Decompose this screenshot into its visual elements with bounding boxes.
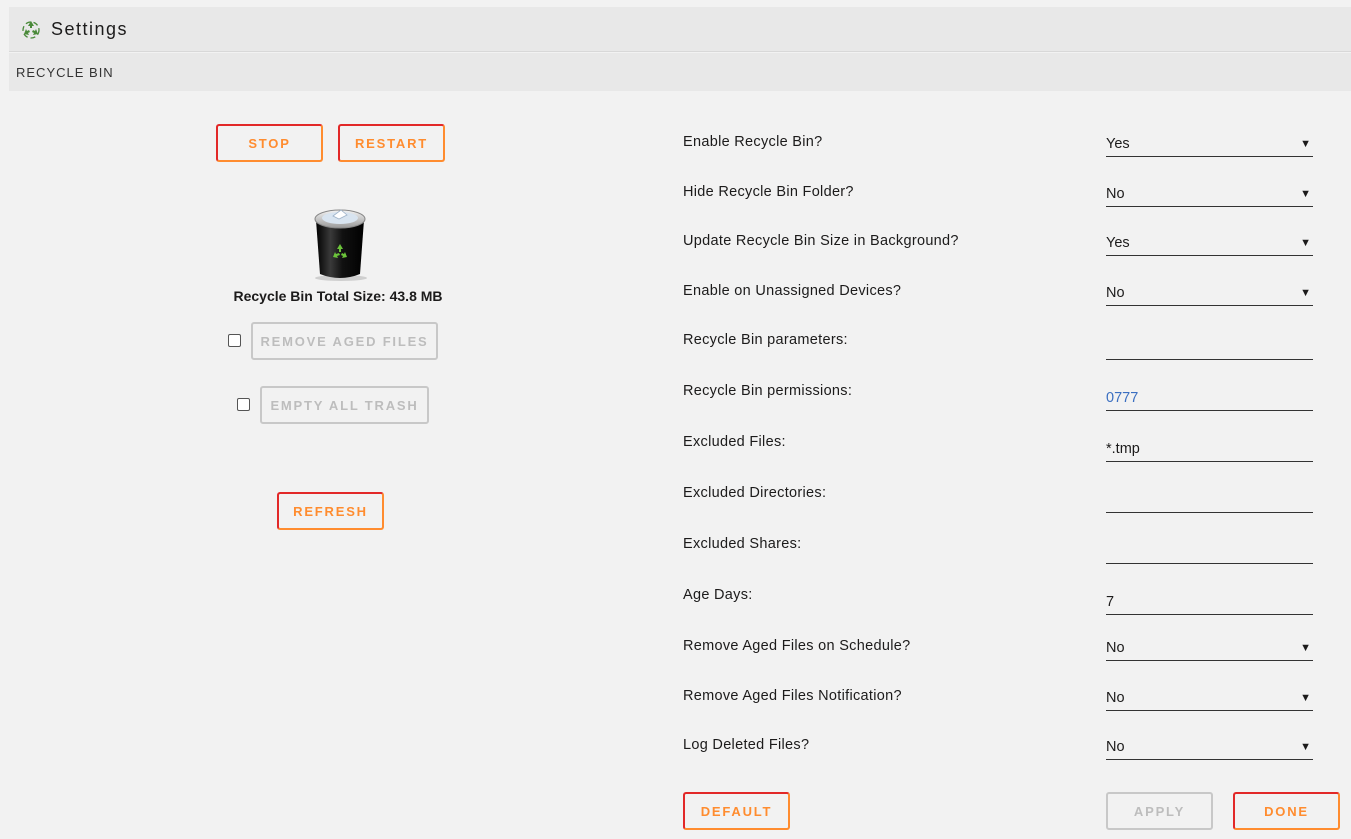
dropdown-arrow-icon: ▼ [1300, 286, 1311, 299]
section-header: RECYCLE BIN [9, 53, 1351, 91]
input-value: *.tmp [1106, 440, 1140, 457]
recycle-bin-size: Recycle Bin Total Size: 43.8 MB [233, 288, 443, 304]
log-deleted-files-label: Log Deleted Files? [683, 737, 810, 753]
remove-aged-files-checkbox[interactable] [228, 334, 241, 347]
enable-unassigned-devices-select[interactable]: No ▼ [1106, 280, 1313, 306]
dropdown-arrow-icon: ▼ [1300, 691, 1311, 704]
log-deleted-files-select[interactable]: No ▼ [1106, 734, 1313, 760]
enable-unassigned-devices-label: Enable on Unassigned Devices? [683, 283, 902, 299]
select-value: Yes [1106, 234, 1130, 251]
dropdown-arrow-icon: ▼ [1300, 137, 1311, 150]
done-button[interactable]: DONE [1233, 792, 1340, 830]
select-value: No [1106, 738, 1125, 755]
enable-recycle-bin-select[interactable]: Yes ▼ [1106, 131, 1313, 157]
page-title: Settings [51, 18, 129, 39]
update-size-background-label: Update Recycle Bin Size in Background? [683, 233, 959, 249]
restart-button[interactable]: RESTART [338, 124, 445, 162]
age-days-label: Age Days: [683, 587, 753, 603]
dropdown-arrow-icon: ▼ [1300, 641, 1311, 654]
default-button[interactable]: DEFAULT [683, 792, 790, 830]
empty-all-trash-checkbox[interactable] [237, 398, 250, 411]
excluded-directories-input[interactable] [1106, 487, 1313, 513]
select-value: Yes [1106, 135, 1130, 152]
excluded-files-label: Excluded Files: [683, 434, 786, 450]
trash-bin-icon [314, 209, 367, 281]
excluded-files-input[interactable]: *.tmp [1106, 436, 1313, 462]
enable-recycle-bin-label: Enable Recycle Bin? [683, 134, 823, 150]
apply-button[interactable]: APPLY [1106, 792, 1213, 830]
hide-recycle-bin-folder-label: Hide Recycle Bin Folder? [683, 184, 854, 200]
dropdown-arrow-icon: ▼ [1300, 187, 1311, 200]
dropdown-arrow-icon: ▼ [1300, 740, 1311, 753]
age-days-input[interactable]: 7 [1106, 589, 1313, 615]
select-value: No [1106, 689, 1125, 706]
select-value: No [1106, 639, 1125, 656]
select-value: No [1106, 284, 1125, 301]
remove-aged-schedule-label: Remove Aged Files on Schedule? [683, 638, 911, 654]
input-value: 0777 [1106, 389, 1139, 406]
hide-recycle-bin-folder-select[interactable]: No ▼ [1106, 181, 1313, 207]
recycle-bin-parameters-label: Recycle Bin parameters: [683, 332, 848, 348]
section-title: RECYCLE BIN [16, 64, 114, 80]
recycle-bin-permissions-label: Recycle Bin permissions: [683, 383, 853, 399]
recycle-icon [21, 19, 41, 39]
recycle-bin-parameters-input[interactable] [1106, 334, 1313, 360]
update-size-background-select[interactable]: Yes ▼ [1106, 230, 1313, 256]
excluded-directories-label: Excluded Directories: [683, 485, 827, 501]
refresh-button[interactable]: REFRESH [277, 492, 384, 530]
excluded-shares-input[interactable] [1106, 538, 1313, 564]
remove-aged-files-button[interactable]: REMOVE AGED FILES [251, 322, 438, 360]
title-bar: Settings [9, 7, 1351, 52]
excluded-shares-label: Excluded Shares: [683, 536, 802, 552]
empty-all-trash-button[interactable]: EMPTY ALL TRASH [260, 386, 429, 424]
stop-button[interactable]: STOP [216, 124, 323, 162]
select-value: No [1106, 185, 1125, 202]
remove-aged-notification-select[interactable]: No ▼ [1106, 685, 1313, 711]
dropdown-arrow-icon: ▼ [1300, 236, 1311, 249]
recycle-bin-permissions-input[interactable]: 0777 [1106, 385, 1313, 411]
remove-aged-schedule-select[interactable]: No ▼ [1106, 635, 1313, 661]
input-value: 7 [1106, 593, 1115, 610]
remove-aged-notification-label: Remove Aged Files Notification? [683, 688, 902, 704]
